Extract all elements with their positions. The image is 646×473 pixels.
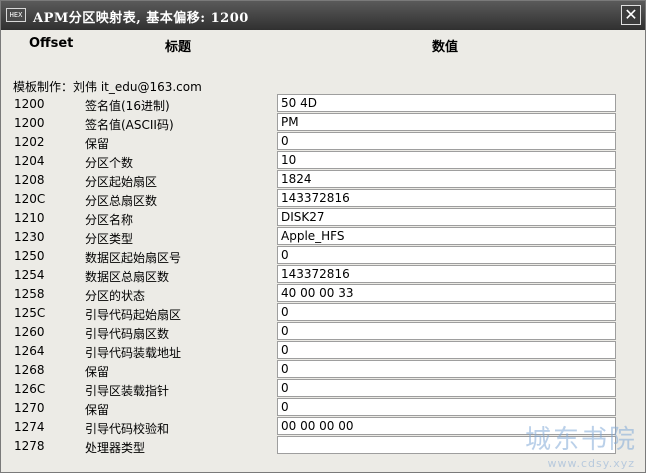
field-label: 签名值(ASCII码) [85, 118, 174, 132]
field-label: 分区个数 [85, 156, 134, 170]
offset-cell: 1210 [14, 211, 45, 225]
watermark-url: www.cdsy.xyz [547, 457, 635, 470]
offset-cell: 1250 [14, 249, 45, 263]
field-label: 分区起始扇区 [85, 175, 158, 189]
value-field[interactable]: 0 [277, 398, 616, 416]
title-bar[interactable]: HEX APM分区映射表, 基本偏移: 1200 ✕ [1, 1, 645, 30]
field-label: 保留 [85, 403, 110, 417]
table-row: 1254 数据区总扇区数 143372816 [1, 265, 645, 284]
field-label: 分区的状态 [85, 289, 146, 303]
offset-cell: 1230 [14, 230, 45, 244]
offset-cell: 1254 [14, 268, 45, 282]
field-label: 保留 [85, 365, 110, 379]
value-field[interactable]: 0 [277, 322, 616, 340]
field-label: 引导区装载指针 [85, 384, 170, 398]
value-field[interactable]: 0 [277, 341, 616, 359]
table-row: 1210 分区名称 DISK27 [1, 208, 645, 227]
table-row: 1270 保留 0 [1, 398, 645, 417]
offset-cell: 1200 [14, 97, 45, 111]
offset-cell: 1258 [14, 287, 45, 301]
field-label: 引导代码校验和 [85, 422, 170, 436]
offset-cell: 1274 [14, 420, 45, 434]
offset-cell: 1270 [14, 401, 45, 415]
value-field[interactable]: 0 [277, 360, 616, 378]
table-row: 125C 引导代码起始扇区 0 [1, 303, 645, 322]
offset-cell: 1208 [14, 173, 45, 187]
value-field[interactable]: 0 [277, 246, 616, 264]
field-label: 引导代码装载地址 [85, 346, 182, 360]
header-value: 数值 [432, 40, 459, 55]
value-field[interactable]: 0 [277, 379, 616, 397]
field-label: 引导代码扇区数 [85, 327, 170, 341]
field-label: 引导代码起始扇区 [85, 308, 182, 322]
hex-app-icon: HEX [6, 8, 26, 22]
value-field[interactable]: 10 [277, 151, 616, 169]
field-label: 分区类型 [85, 232, 134, 246]
table-row: 1204 分区个数 10 [1, 151, 645, 170]
field-label: 数据区起始扇区号 [85, 251, 182, 265]
table-row: 1202 保留 0 [1, 132, 645, 151]
watermark-logo: 城东书院 [524, 425, 637, 455]
offset-cell: 126C [14, 382, 46, 396]
offset-cell: 1204 [14, 154, 45, 168]
table-row: 1200 签名值(16进制) 50 4D [1, 94, 645, 113]
offset-cell: 1278 [14, 439, 45, 453]
value-field[interactable]: 143372816 [277, 189, 616, 207]
table-row: 1230 分区类型 Apple_HFS [1, 227, 645, 246]
table-row: 126C 引导区装载指针 0 [1, 379, 645, 398]
offset-cell: 1202 [14, 135, 45, 149]
header-offset: Offset [29, 36, 74, 51]
table-row: 1208 分区起始扇区 1824 [1, 170, 645, 189]
field-label: 分区名称 [85, 213, 134, 227]
header-title: 标题 [165, 40, 192, 55]
offset-cell: 125C [14, 306, 46, 320]
field-label: 数据区总扇区数 [85, 270, 170, 284]
value-field[interactable]: PM [277, 113, 616, 131]
value-field[interactable]: 143372816 [277, 265, 616, 283]
value-field[interactable]: 0 [277, 303, 616, 321]
template-window: HEX APM分区映射表, 基本偏移: 1200 ✕ Offset 标题 数值 … [0, 0, 646, 473]
value-field[interactable]: DISK27 [277, 208, 616, 226]
table-row: 120C 分区总扇区数 143372816 [1, 189, 645, 208]
template-credit: 模板制作：刘伟 it_edu@163.com [13, 80, 202, 94]
table-row: 1200 签名值(ASCII码) PM [1, 113, 645, 132]
offset-cell: 1260 [14, 325, 45, 339]
offset-cell: 1264 [14, 344, 45, 358]
offset-cell: 1200 [14, 116, 45, 130]
value-field[interactable]: 50 4D [277, 94, 616, 112]
table-row: 1268 保留 0 [1, 360, 645, 379]
table-row: 1258 分区的状态 40 00 00 33 [1, 284, 645, 303]
field-label: 保留 [85, 137, 110, 151]
field-label: 分区总扇区数 [85, 194, 158, 208]
offset-cell: 120C [14, 192, 46, 206]
value-field[interactable]: 40 00 00 33 [277, 284, 616, 302]
field-label: 处理器类型 [85, 441, 146, 455]
value-field[interactable]: 1824 [277, 170, 616, 188]
offset-cell: 1268 [14, 363, 45, 377]
table-row: 1250 数据区起始扇区号 0 [1, 246, 645, 265]
value-field[interactable]: 0 [277, 132, 616, 150]
value-field[interactable]: Apple_HFS [277, 227, 616, 245]
close-button[interactable]: ✕ [621, 5, 641, 25]
window-title: APM分区映射表, 基本偏移: 1200 [33, 11, 249, 26]
table-row: 1264 引导代码装载地址 0 [1, 341, 645, 360]
table-row: 1260 引导代码扇区数 0 [1, 322, 645, 341]
field-label: 签名值(16进制) [85, 99, 170, 113]
